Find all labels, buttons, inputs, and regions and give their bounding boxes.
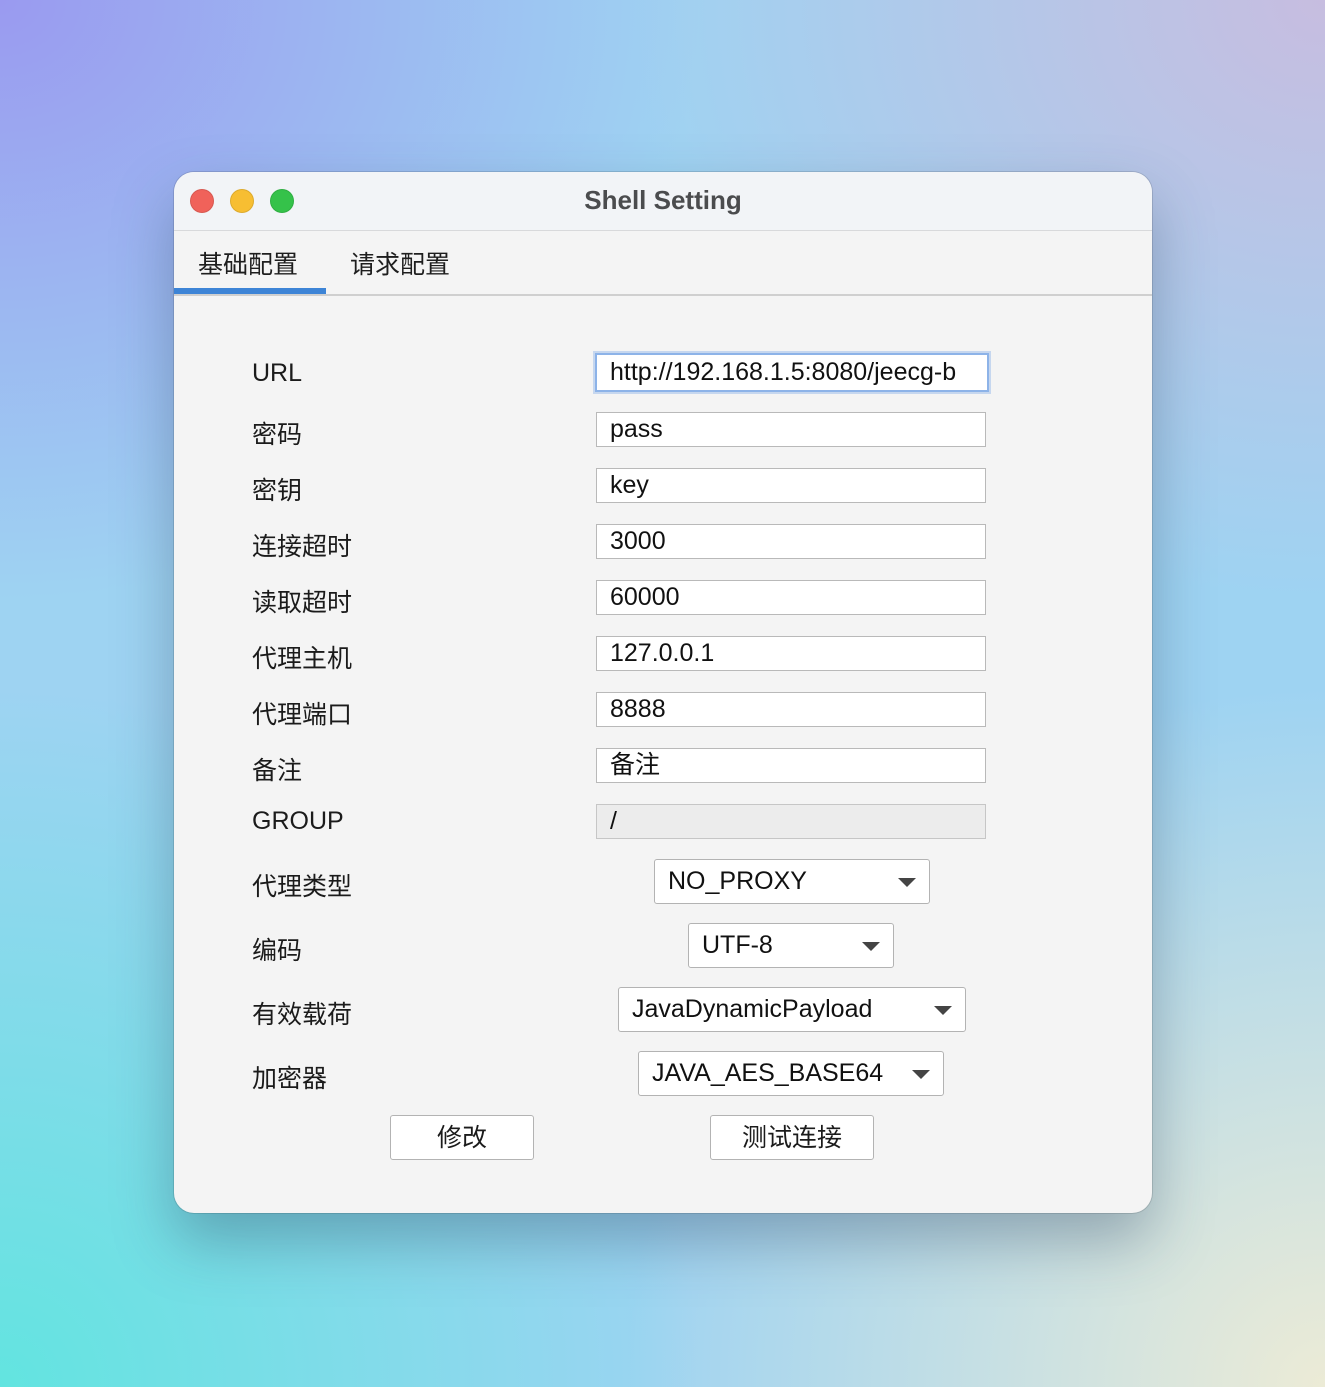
tab-bar: 基础配置 请求配置 (174, 231, 1152, 296)
proxy-host-label: 代理主机 (252, 645, 353, 673)
modify-button[interactable]: 修改 (390, 1115, 534, 1160)
chevron-down-icon (934, 1006, 952, 1015)
connect-timeout-input[interactable]: 3000 (596, 524, 986, 559)
active-tab-indicator (174, 288, 326, 294)
connect-timeout-label: 连接超时 (252, 533, 353, 561)
payload-value: JavaDynamicPayload (632, 995, 873, 1023)
note-input[interactable]: 备注 (596, 748, 986, 783)
tab-request-config[interactable]: 请求配置 (350, 245, 450, 281)
proxy-host-input[interactable]: 127.0.0.1 (596, 636, 986, 671)
note-label: 备注 (252, 757, 303, 785)
url-input[interactable]: http://192.168.1.5:8080/jeecg-b (595, 353, 989, 392)
test-connection-button[interactable]: 测试连接 (710, 1115, 874, 1160)
url-label: URL (252, 359, 303, 387)
password-label: 密码 (252, 421, 303, 449)
cryption-label: 加密器 (252, 1065, 328, 1093)
title-bar[interactable]: Shell Setting (174, 172, 1152, 231)
cryption-value: JAVA_AES_BASE64 (652, 1059, 884, 1087)
group-label: GROUP (252, 807, 344, 835)
cryption-select[interactable]: JAVA_AES_BASE64 (638, 1051, 944, 1096)
group-input: / (596, 804, 986, 839)
encoding-select[interactable]: UTF-8 (688, 923, 894, 968)
chevron-down-icon (898, 878, 916, 887)
proxy-type-select[interactable]: NO_PROXY (654, 859, 930, 904)
payload-select[interactable]: JavaDynamicPayload (618, 987, 966, 1032)
encoding-value: UTF-8 (702, 931, 773, 959)
proxy-port-label: 代理端口 (252, 701, 353, 729)
read-timeout-label: 读取超时 (252, 589, 353, 617)
window-title: Shell Setting (584, 185, 742, 215)
proxy-type-label: 代理类型 (252, 873, 353, 901)
shell-setting-window: Shell Setting 基础配置 请求配置 URL http://192.1… (174, 172, 1152, 1213)
secret-key-label: 密钥 (252, 477, 303, 505)
proxy-type-value: NO_PROXY (668, 867, 807, 895)
tab-basic-config[interactable]: 基础配置 (198, 245, 298, 281)
encoding-label: 编码 (252, 937, 303, 965)
chevron-down-icon (862, 942, 880, 951)
secret-key-input[interactable]: key (596, 468, 986, 503)
chevron-down-icon (912, 1070, 930, 1079)
password-input[interactable]: pass (596, 412, 986, 447)
read-timeout-input[interactable]: 60000 (596, 580, 986, 615)
proxy-port-input[interactable]: 8888 (596, 692, 986, 727)
payload-label: 有效载荷 (252, 1001, 353, 1029)
